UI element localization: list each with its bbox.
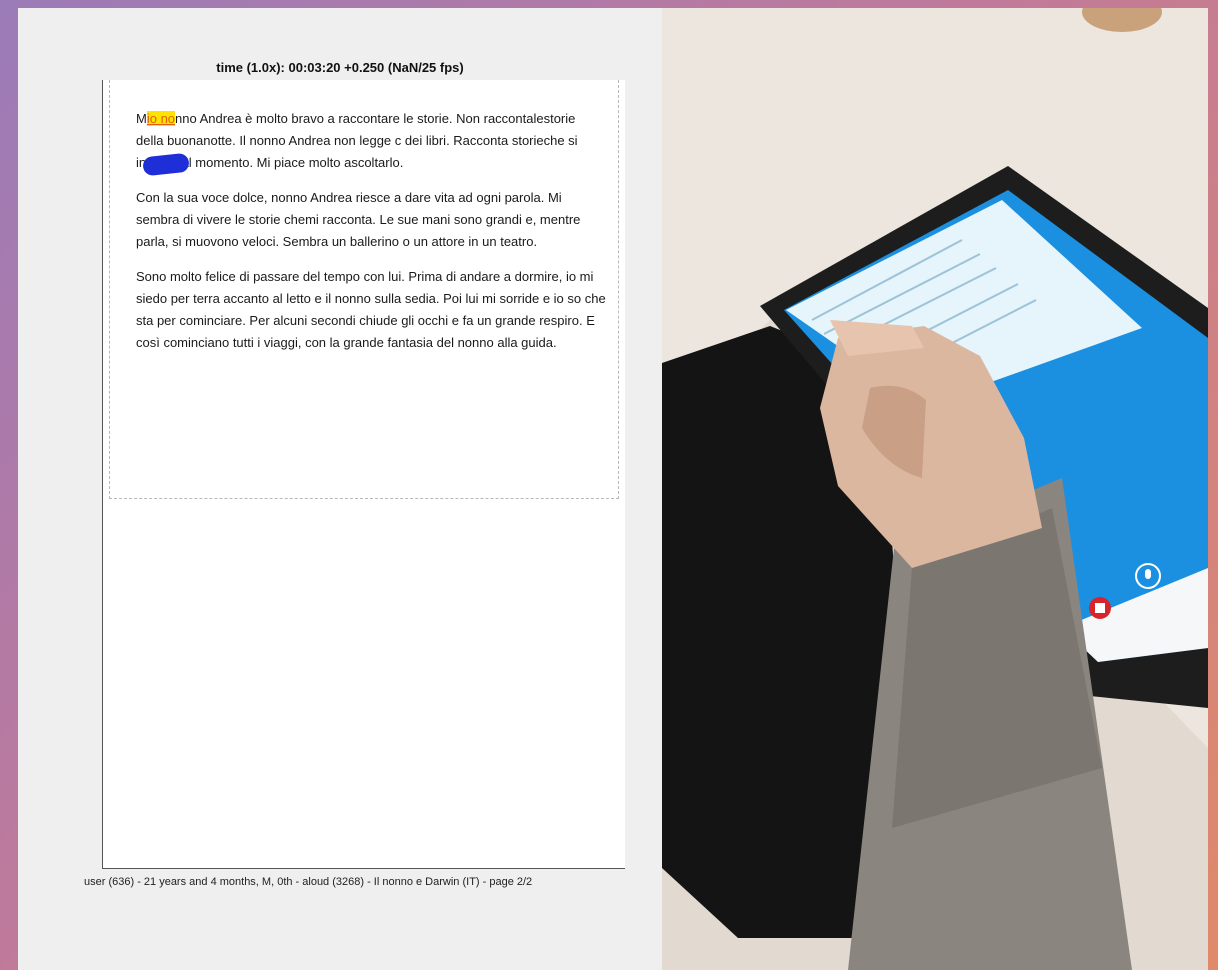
paragraph-3: Sono molto felice di passare del tempo c… bbox=[136, 269, 606, 350]
reading-text: Mio nonno Andrea è molto bravo a raccont… bbox=[136, 108, 606, 367]
word-prefix: M bbox=[136, 111, 147, 126]
reading-replay-panel: time (1.0x): 00:03:20 +0.250 (NaN/25 fps… bbox=[18, 8, 662, 970]
paragraph-2: Con la sua voce dolce, nonno Andrea ries… bbox=[136, 190, 581, 249]
page-canvas: Mio nonno Andrea è molto bravo a raccont… bbox=[102, 80, 625, 869]
gaze-highlight: io no bbox=[146, 111, 176, 126]
replay-frame: time (1.0x): 00:03:20 +0.250 (NaN/25 fps… bbox=[18, 8, 1208, 970]
camera-frame bbox=[662, 8, 1208, 970]
session-caption: user (636) - 21 years and 4 months, M, 0… bbox=[84, 876, 533, 888]
paragraph-1-text: nno Andrea è molto bravo a raccontare le… bbox=[136, 111, 578, 170]
camera-video-panel bbox=[662, 8, 1208, 970]
time-readout: time (1.0x): 00:03:20 +0.250 (NaN/25 fps… bbox=[216, 60, 464, 75]
text-region: Mio nonno Andrea è molto bravo a raccont… bbox=[109, 80, 619, 499]
paragraph-1: Mio nonno Andrea è molto bravo a raccont… bbox=[136, 108, 606, 174]
